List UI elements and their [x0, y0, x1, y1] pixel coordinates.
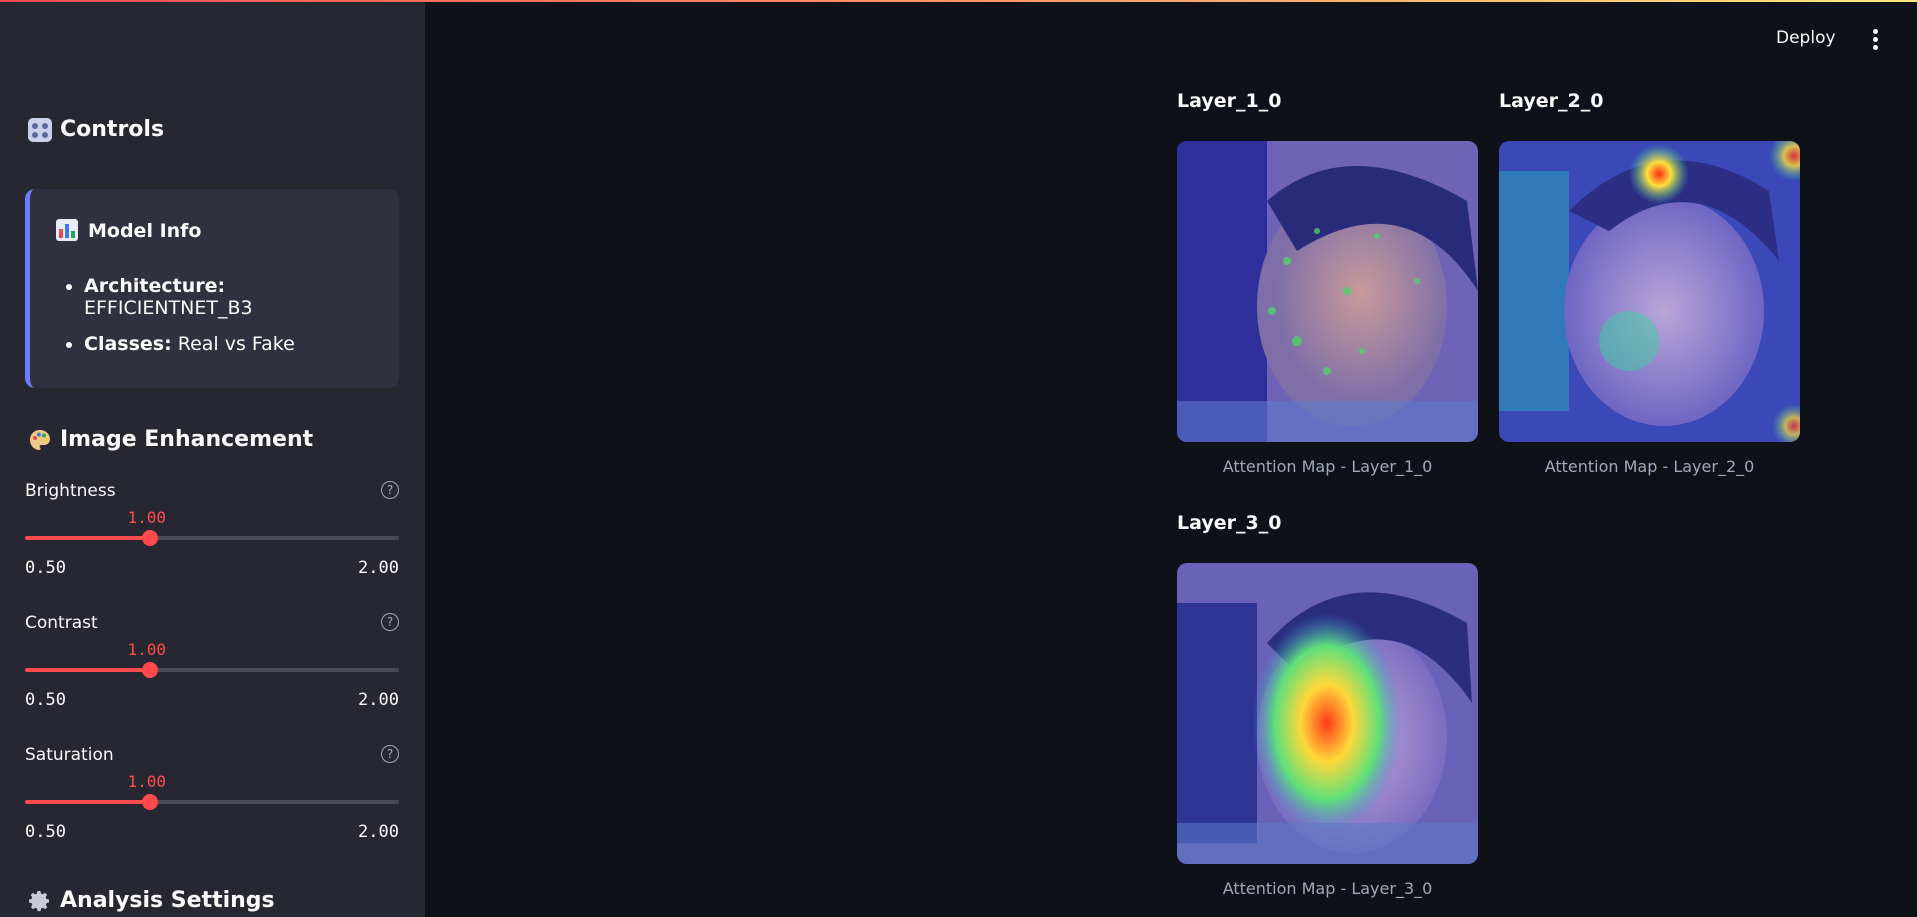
- contrast-track[interactable]: [25, 668, 399, 672]
- brightness-max: 2.00: [358, 558, 399, 578]
- controls-heading: Controls: [28, 117, 164, 142]
- help-icon[interactable]: ?: [381, 481, 399, 499]
- help-icon[interactable]: ?: [381, 613, 399, 631]
- contrast-fill: [25, 668, 150, 672]
- attention-map-image-layer-1: [1177, 141, 1478, 442]
- bar-chart-icon: [56, 219, 80, 243]
- palette-icon: [28, 428, 52, 452]
- panel-title-layer-3: Layer_3_0: [1177, 512, 1282, 534]
- panel-title-layer-2: Layer_2_0: [1499, 90, 1604, 112]
- saturation-value: 1.00: [127, 772, 167, 791]
- brightness-thumb[interactable]: [141, 530, 158, 546]
- model-info-heading: Model Info: [56, 219, 202, 243]
- contrast-slider: Contrast ? 1.00 0.50 2.00: [25, 613, 399, 713]
- control-knobs-icon: [28, 117, 52, 142]
- architecture-value: EFFICIENTNET_B3: [84, 297, 253, 319]
- saturation-label: Saturation: [25, 745, 114, 765]
- image-enhancement-heading: Image Enhancement: [28, 427, 313, 452]
- classes-value: Real vs Fake: [177, 333, 295, 355]
- classes-label: Classes:: [84, 333, 172, 355]
- contrast-value: 1.00: [127, 640, 167, 659]
- list-item: Classes: Real vs Fake: [84, 333, 399, 355]
- gear-icon: [28, 889, 52, 913]
- kebab-menu-icon[interactable]: [1873, 29, 1879, 50]
- saturation-slider: Saturation ? 1.00 0.50 2.00: [25, 745, 399, 845]
- brightness-slider: Brightness ? 1.00 0.50 2.00: [25, 481, 399, 581]
- deploy-button[interactable]: Deploy: [1776, 28, 1836, 48]
- brightness-label: Brightness: [25, 481, 116, 501]
- top-decoration-bar: [0, 0, 1917, 2]
- contrast-max: 2.00: [358, 690, 399, 710]
- image-enhancement-title: Image Enhancement: [60, 427, 314, 452]
- saturation-max: 2.00: [358, 822, 399, 842]
- attention-map-image-layer-3: [1177, 563, 1478, 864]
- panel-title-layer-1: Layer_1_0: [1177, 90, 1282, 112]
- sidebar: Controls Model Info Architecture: EFFICI…: [0, 0, 425, 917]
- saturation-track[interactable]: [25, 800, 399, 804]
- controls-title: Controls: [60, 117, 165, 142]
- brightness-value: 1.00: [127, 508, 167, 527]
- saturation-thumb[interactable]: [141, 794, 158, 810]
- help-icon[interactable]: ?: [381, 745, 399, 763]
- saturation-fill: [25, 800, 150, 804]
- contrast-label: Contrast: [25, 613, 98, 633]
- list-item: Architecture: EFFICIENTNET_B3: [84, 275, 399, 319]
- brightness-track[interactable]: [25, 536, 399, 540]
- analysis-settings-heading: Analysis Settings: [28, 888, 275, 913]
- brightness-min: 0.50: [25, 558, 66, 578]
- saturation-min: 0.50: [25, 822, 66, 842]
- analysis-settings-title: Analysis Settings: [60, 888, 275, 913]
- caption-layer-2: Attention Map - Layer_2_0: [1544, 457, 1755, 476]
- model-info-list: Architecture: EFFICIENTNET_B3 Classes: R…: [56, 275, 399, 369]
- contrast-min: 0.50: [25, 690, 66, 710]
- model-info-card: Model Info Architecture: EFFICIENTNET_B3…: [25, 189, 399, 388]
- caption-layer-1: Attention Map - Layer_1_0: [1222, 457, 1433, 476]
- caption-layer-3: Attention Map - Layer_3_0: [1222, 879, 1433, 898]
- attention-map-image-layer-2: [1499, 141, 1800, 442]
- architecture-label: Architecture:: [84, 275, 226, 297]
- brightness-fill: [25, 536, 150, 540]
- model-info-title: Model Info: [88, 220, 202, 242]
- contrast-thumb[interactable]: [141, 662, 158, 678]
